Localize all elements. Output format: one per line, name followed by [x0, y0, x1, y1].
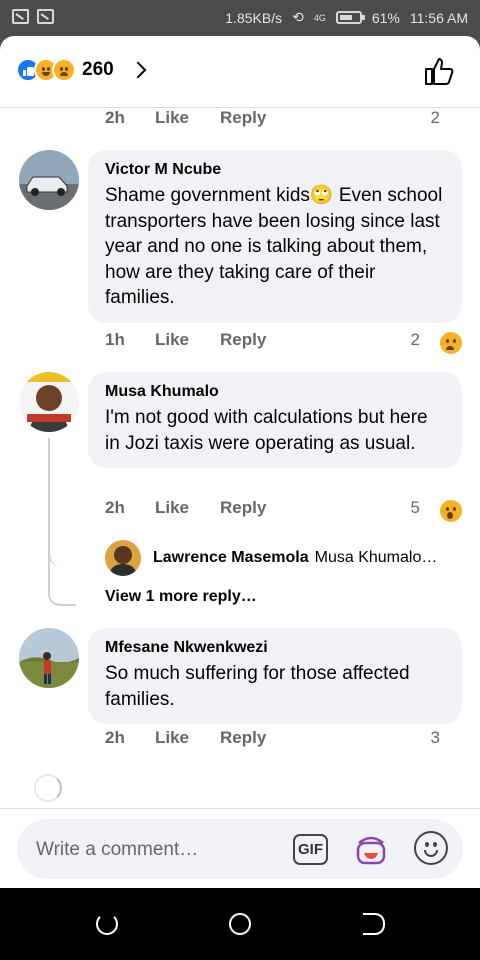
wow-icon — [438, 498, 464, 524]
avatar[interactable] — [19, 628, 79, 688]
battery-icon — [335, 11, 365, 24]
comment-text: Shame government kids🙄 Even school trans… — [105, 185, 443, 308]
comment-input[interactable]: Write a comment… GIF — [17, 819, 463, 879]
status-bar: 1.85KB/s ⟲ 4G 61% 11:56 AM — [0, 0, 480, 36]
reactions-summary[interactable]: 260 — [16, 58, 147, 82]
comment-meta: 2h Like Reply 5 — [0, 498, 480, 524]
reply-author[interactable]: Lawrence Masemola — [153, 549, 309, 567]
gif-button[interactable]: GIF — [293, 834, 328, 865]
comment-meta: 1h Like Reply 2 — [0, 330, 480, 356]
loading-spinner-icon — [34, 774, 62, 802]
reply-button[interactable]: Reply — [220, 498, 266, 518]
home-icon[interactable] — [229, 913, 251, 935]
comment-time: 2h — [105, 108, 125, 127]
reaction-count: 2 — [430, 108, 440, 127]
comment-author[interactable]: Musa Khumalo — [105, 382, 446, 402]
comment-bubble[interactable]: Victor M Ncube Shame government kids🙄 Ev… — [88, 150, 462, 323]
comment-author[interactable]: Mfesane Nkwenkwezi — [105, 638, 446, 658]
comment-text: I'm not good with calculations but here … — [105, 407, 428, 454]
view-more-replies[interactable]: View 1 more reply… — [105, 588, 257, 606]
like-button[interactable]: Like — [155, 728, 189, 748]
clock: 11:56 AM — [409, 9, 468, 26]
screenshot-icon — [12, 9, 29, 24]
reaction-count: 2 — [410, 330, 420, 349]
reactions-header: 260 — [0, 36, 480, 108]
avatar[interactable] — [19, 150, 79, 210]
like-outline-icon[interactable] — [424, 56, 456, 86]
signal-icon: 4G — [313, 12, 326, 23]
reply-button[interactable]: Reply — [220, 330, 266, 350]
comment-meta: 2h Like Reply 2 — [0, 108, 480, 132]
recents-icon[interactable] — [96, 913, 118, 935]
comment-bubble[interactable]: Mfesane Nkwenkwezi So much suffering for… — [88, 628, 462, 724]
avatar-sticker-icon[interactable] — [353, 831, 389, 867]
reaction-count: 3 — [430, 728, 440, 747]
reaction-count: 260 — [82, 59, 114, 80]
reply-preview[interactable]: Lawrence Masemola Musa Khumalo… — [105, 540, 465, 576]
notification-icon — [37, 9, 54, 24]
reactions[interactable] — [438, 330, 464, 356]
comment-text: So much suffering for those affected fam… — [105, 663, 410, 710]
rotate-icon: ⟲ — [292, 9, 304, 25]
reply-button[interactable]: Reply — [220, 108, 266, 128]
avatar[interactable] — [19, 372, 79, 432]
reaction-count: 5 — [410, 498, 420, 517]
network-speed: 1.85KB/s — [225, 9, 283, 26]
comments-sheet: 260 2h Like Reply 2 Victor M Ncube Shame… — [0, 36, 480, 888]
reply-button[interactable]: Reply — [220, 728, 266, 748]
emoji-icon[interactable] — [414, 831, 448, 865]
comment-placeholder[interactable]: Write a comment… — [36, 839, 198, 861]
battery-percent: 61% — [371, 9, 400, 26]
sad-icon — [438, 330, 464, 356]
reactions[interactable] — [438, 498, 464, 524]
comment-bubble[interactable]: Musa Khumalo I'm not good with calculati… — [88, 372, 462, 468]
comment-time: 2h — [105, 498, 125, 517]
navigation-bar — [0, 888, 480, 960]
comment-time: 1h — [105, 330, 125, 349]
chevron-right-icon — [129, 61, 147, 79]
comment-meta: 2h Like Reply 3 — [0, 728, 480, 752]
like-button[interactable]: Like — [155, 330, 189, 350]
reply-snippet: Musa Khumalo… — [314, 549, 438, 566]
comment-author[interactable]: Victor M Ncube — [105, 160, 446, 180]
like-button[interactable]: Like — [155, 498, 189, 518]
sad-icon — [52, 58, 76, 82]
avatar[interactable] — [105, 540, 141, 576]
like-button[interactable]: Like — [155, 108, 189, 128]
back-icon[interactable] — [363, 913, 385, 935]
comment-composer: Write a comment… GIF — [0, 808, 480, 888]
comment-time: 2h — [105, 728, 125, 747]
